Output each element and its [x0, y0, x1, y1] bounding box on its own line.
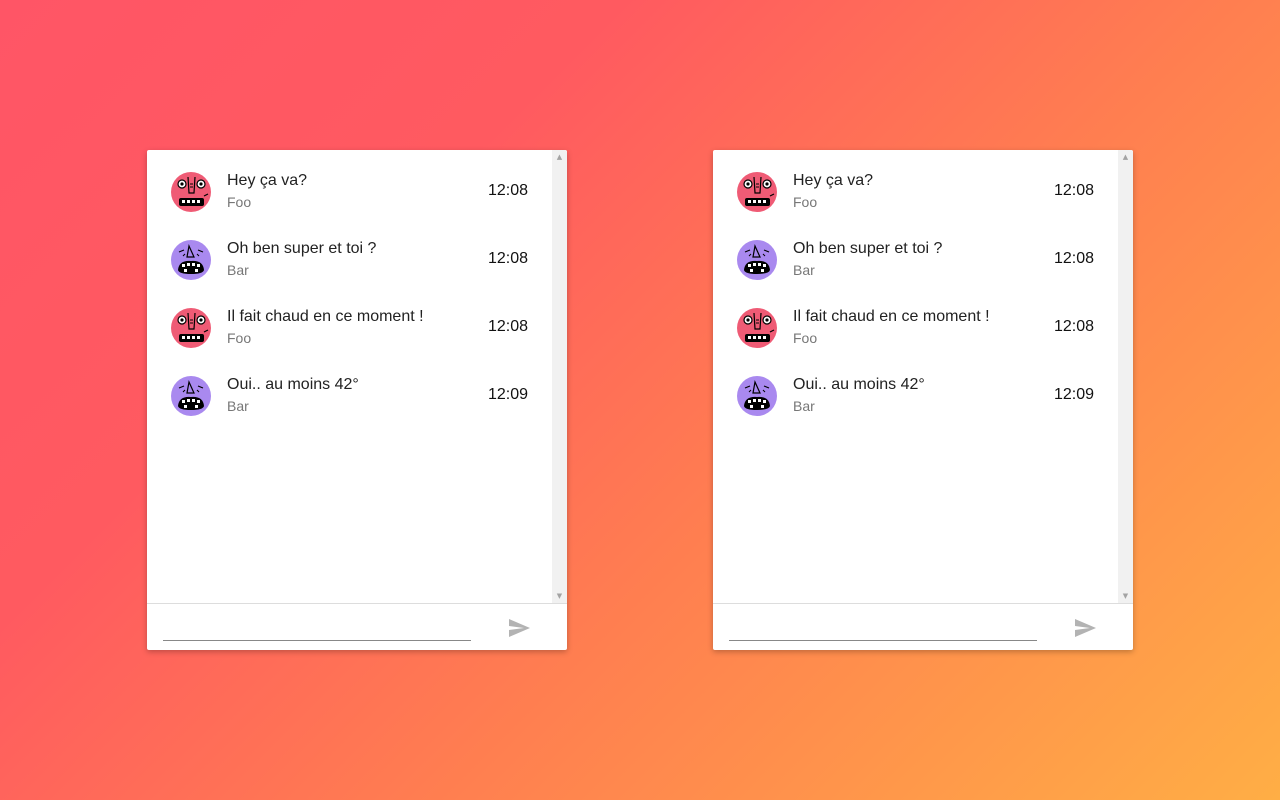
message-text: Hey ça va?	[227, 172, 308, 189]
monster-face-purple-icon	[737, 240, 777, 280]
monster-face-red-icon	[171, 308, 211, 348]
message-time: 12:09	[1053, 386, 1094, 403]
message-item: Oh ben super et toi ? Bar 12:08	[713, 218, 1118, 286]
monster-face-red-icon	[737, 172, 777, 212]
monster-face-red-icon	[737, 308, 777, 348]
message-text: Il fait chaud en ce moment !	[227, 308, 424, 325]
message-author: Bar	[227, 262, 249, 278]
message-text: Oh ben super et toi ?	[793, 240, 943, 257]
chat-window-right: Hey ça va? Foo 12:08 Oh ben super et toi…	[713, 150, 1133, 650]
scroll-track[interactable]	[1118, 164, 1133, 589]
scrollbar[interactable]: ▲ ▼	[552, 150, 567, 603]
monster-face-purple-icon	[171, 240, 211, 280]
message-input[interactable]	[729, 616, 1037, 641]
message-time: 12:08	[487, 250, 528, 267]
messages-area: Hey ça va? Foo 12:08 Oh ben super et toi…	[147, 150, 567, 603]
message-text: Oh ben super et toi ?	[227, 240, 377, 257]
monster-face-purple-icon	[737, 376, 777, 416]
message-time: 12:08	[1053, 318, 1094, 335]
message-time: 12:08	[1053, 182, 1094, 199]
chat-window-left: Hey ça va? Foo 12:08 Oh ben super et toi…	[147, 150, 567, 650]
message-composer	[147, 603, 567, 650]
message-item: Hey ça va? Foo 12:08	[147, 150, 552, 218]
monster-face-red-icon	[171, 172, 211, 212]
messages-area: Hey ça va? Foo 12:08 Oh ben super et toi…	[713, 150, 1133, 603]
scrollbar[interactable]: ▲ ▼	[1118, 150, 1133, 603]
message-item: Il fait chaud en ce moment ! Foo 12:08	[147, 286, 552, 354]
send-icon	[509, 619, 530, 637]
message-author: Bar	[227, 398, 249, 414]
send-icon	[1075, 619, 1096, 637]
message-time: 12:08	[487, 182, 528, 199]
message-text: Hey ça va?	[793, 172, 874, 189]
message-author: Foo	[793, 330, 818, 346]
monster-face-purple-icon	[171, 376, 211, 416]
scroll-down-icon[interactable]: ▼	[1118, 589, 1133, 603]
scroll-track[interactable]	[552, 164, 567, 589]
message-list: Hey ça va? Foo 12:08 Oh ben super et toi…	[713, 150, 1118, 603]
message-author: Foo	[227, 194, 252, 210]
scroll-down-icon[interactable]: ▼	[552, 589, 567, 603]
message-list: Hey ça va? Foo 12:08 Oh ben super et toi…	[147, 150, 552, 603]
message-time: 12:08	[1053, 250, 1094, 267]
scroll-up-icon[interactable]: ▲	[552, 150, 567, 164]
scroll-up-icon[interactable]: ▲	[1118, 150, 1133, 164]
send-button[interactable]	[507, 616, 531, 640]
message-text: Il fait chaud en ce moment !	[793, 308, 990, 325]
message-author: Bar	[793, 262, 815, 278]
message-item: Oui.. au moins 42° Bar 12:09	[713, 354, 1118, 422]
message-item: Oui.. au moins 42° Bar 12:09	[147, 354, 552, 422]
message-author: Foo	[793, 194, 818, 210]
message-text: Oui.. au moins 42°	[227, 376, 359, 393]
message-item: Il fait chaud en ce moment ! Foo 12:08	[713, 286, 1118, 354]
message-item: Oh ben super et toi ? Bar 12:08	[147, 218, 552, 286]
message-author: Foo	[227, 330, 252, 346]
message-time: 12:08	[487, 318, 528, 335]
message-time: 12:09	[487, 386, 528, 403]
message-composer	[713, 603, 1133, 650]
message-text: Oui.. au moins 42°	[793, 376, 925, 393]
message-author: Bar	[793, 398, 815, 414]
message-input[interactable]	[163, 616, 471, 641]
send-button[interactable]	[1073, 616, 1097, 640]
message-item: Hey ça va? Foo 12:08	[713, 150, 1118, 218]
